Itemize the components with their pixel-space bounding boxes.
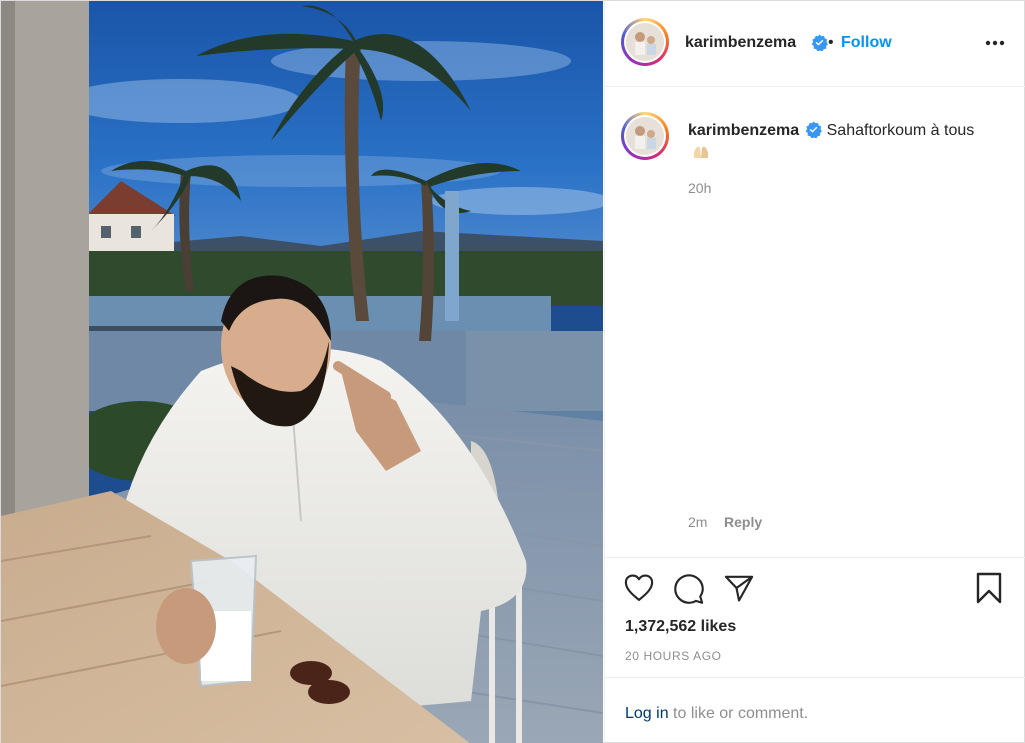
post-photo[interactable]: [1, 1, 603, 743]
caption-author-avatar[interactable]: [621, 112, 669, 160]
avatar-photo: [626, 23, 664, 61]
verified-badge-icon: [801, 121, 823, 139]
author-username[interactable]: karimbenzema: [685, 34, 796, 52]
login-link[interactable]: Log in: [625, 705, 669, 722]
comment-meta-row: 2m Reply: [688, 514, 762, 530]
post-header: karimbenzema • Follow: [605, 1, 1025, 87]
post-age[interactable]: 20 HOURS AGO: [625, 649, 722, 663]
caption-timestamp[interactable]: 20h: [688, 180, 711, 196]
avatar-photo: [626, 117, 664, 155]
caption-author-username[interactable]: karimbenzema: [688, 122, 799, 139]
login-prompt: Log in to like or comment.: [605, 677, 1025, 743]
heart-icon[interactable]: [624, 574, 654, 607]
login-prompt-text: Log in to like or comment.: [625, 705, 808, 723]
caption-text-block: karimbenzema Sahaftorkoum à tous: [688, 120, 988, 164]
comment-bubble-icon[interactable]: [674, 574, 704, 609]
follow-button[interactable]: Follow: [841, 34, 892, 52]
verified-badge-icon: [807, 34, 828, 53]
caption-text: Sahaftorkoum à tous: [826, 122, 975, 139]
reply-button[interactable]: Reply: [724, 514, 762, 530]
post-actions: 1,372,562 likes 20 HOURS AGO: [605, 557, 1025, 677]
comment-timestamp[interactable]: 2m: [688, 514, 707, 530]
paper-plane-icon[interactable]: [724, 574, 754, 607]
author-avatar[interactable]: [621, 18, 669, 66]
bookmark-icon[interactable]: [975, 572, 1003, 609]
likes-count[interactable]: 1,372,562 likes: [625, 618, 736, 636]
post-photo-illustration: [1, 1, 603, 743]
separator-dot: •: [828, 34, 834, 51]
instagram-post: karimbenzema • Follow karimbenzema Sahaf…: [0, 0, 1025, 743]
more-options-icon[interactable]: [981, 31, 1009, 55]
folded-hands-emoji: [692, 144, 710, 158]
post-side-panel: karimbenzema • Follow karimbenzema Sahaf…: [604, 1, 1025, 743]
login-prompt-rest: to like or comment.: [668, 705, 809, 722]
